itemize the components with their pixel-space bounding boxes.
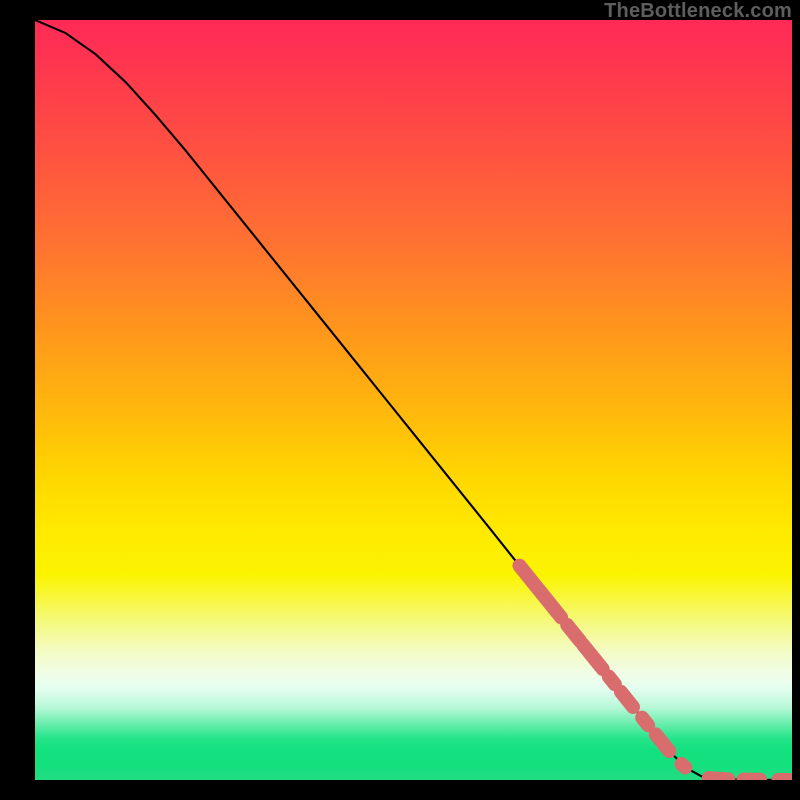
- marker-dashes: [519, 566, 788, 780]
- chart-container: { "attribution": "TheBottleneck.com", "c…: [0, 0, 800, 800]
- chart-svg: [35, 20, 792, 780]
- attribution-label: TheBottleneck.com: [604, 0, 792, 23]
- plot-area: [35, 20, 792, 780]
- curve-line: [35, 20, 792, 780]
